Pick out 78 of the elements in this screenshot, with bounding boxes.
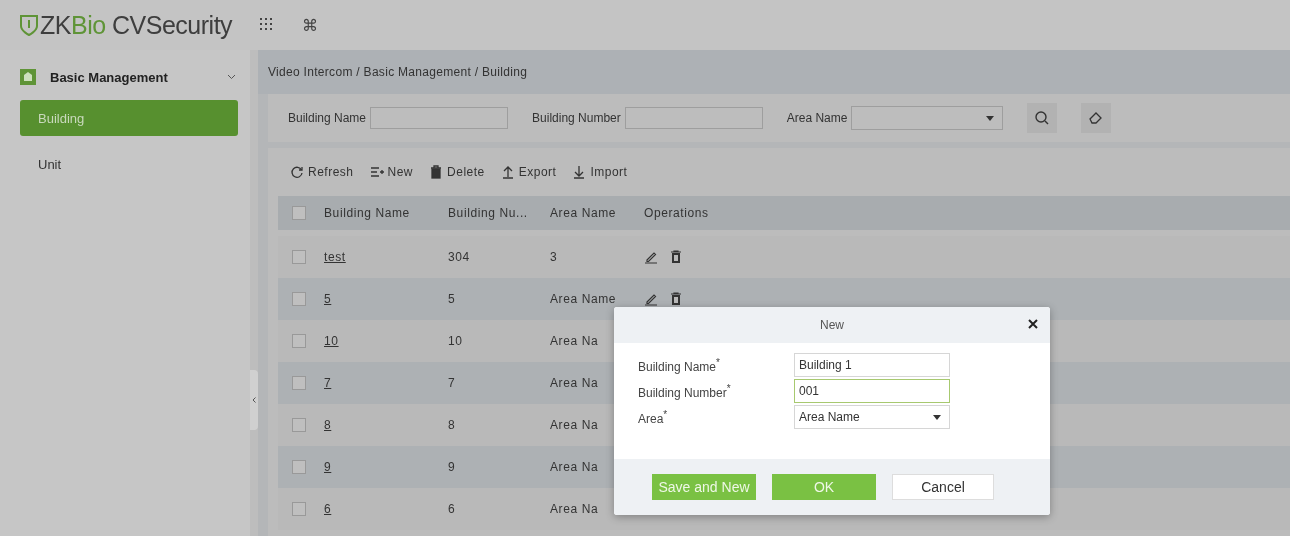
- row-checkbox[interactable]: [292, 460, 306, 474]
- refresh-icon: [290, 165, 304, 179]
- dialog-title: New: [820, 318, 844, 332]
- table-cell-text: Area Na: [550, 460, 600, 474]
- field-label: Building Name$^{*}$: [638, 356, 721, 374]
- trash-icon: [429, 165, 444, 179]
- field-label: Building Number$^{*}$: [638, 382, 732, 400]
- close-button[interactable]: [1028, 319, 1038, 329]
- field-label: Area$^{*}$: [638, 408, 669, 426]
- row-checkbox[interactable]: [292, 376, 306, 390]
- sidebar-group[interactable]: Basic Management: [0, 64, 250, 90]
- table-cell-text: Area Na: [550, 334, 600, 348]
- trash-icon[interactable]: [670, 250, 682, 264]
- table-cell-text: 9: [448, 460, 457, 474]
- chevron-left-icon: [252, 397, 256, 403]
- column-header: Building Nu...: [448, 206, 529, 220]
- filter-label: Building Number: [532, 111, 621, 125]
- building-name-link[interactable]: 7: [324, 376, 332, 390]
- upload-icon: [500, 165, 515, 179]
- toolbar-button[interactable]: Export: [500, 165, 557, 179]
- breadcrumb: Video Intercom / Basic Management / Building: [258, 50, 1290, 94]
- column-header: Area Name: [550, 206, 618, 220]
- download-icon: [572, 165, 587, 179]
- area-select[interactable]: Area Name: [794, 405, 950, 429]
- search-button[interactable]: [1027, 103, 1058, 133]
- row-checkbox[interactable]: [292, 334, 306, 348]
- clear-button[interactable]: [1081, 103, 1112, 133]
- collapse-handle[interactable]: [250, 370, 258, 430]
- table-cell-text: 7: [448, 376, 457, 390]
- table-cell-text: 6: [448, 502, 457, 516]
- column-header: Operations: [644, 206, 710, 220]
- close-icon: [1028, 319, 1038, 329]
- input-field[interactable]: Building 1: [794, 353, 950, 377]
- search-icon: [1035, 111, 1050, 125]
- building-name-link[interactable]: 5: [324, 292, 332, 306]
- table-cell-text: Area Na: [550, 376, 600, 390]
- sidebar-item[interactable]: Unit: [20, 146, 238, 182]
- table-cell-text: 10: [448, 334, 464, 348]
- shield-logo-icon: [20, 14, 38, 36]
- trash-icon[interactable]: [670, 292, 682, 306]
- table-cell-text: 8: [448, 418, 457, 432]
- dropdown-caret-icon: [933, 414, 941, 420]
- edit-icon[interactable]: [644, 292, 658, 306]
- dialog-button[interactable]: Cancel: [892, 474, 994, 500]
- filter-select[interactable]: [851, 106, 1004, 130]
- eraser-icon: [1089, 112, 1104, 124]
- command-icon[interactable]: ⌘: [302, 15, 319, 35]
- filter-field[interactable]: [370, 107, 509, 129]
- add-list-icon: [369, 165, 384, 179]
- select-all-checkbox[interactable]: [292, 206, 306, 220]
- filter-label: Area Name: [786, 111, 848, 125]
- building-name-link[interactable]: 10: [324, 334, 339, 348]
- building-icon: [20, 69, 36, 85]
- toolbar-button[interactable]: New: [369, 165, 414, 179]
- building-name-link[interactable]: 8: [324, 418, 332, 432]
- grid-menu-icon[interactable]: [260, 18, 275, 32]
- app-logo-text: ZKBio CVSecurity: [40, 10, 233, 40]
- row-checkbox[interactable]: [292, 250, 306, 264]
- row-checkbox[interactable]: [292, 292, 306, 306]
- table-cell-text: 304: [448, 250, 471, 264]
- row-checkbox[interactable]: [292, 418, 306, 432]
- row-checkbox[interactable]: [292, 502, 306, 516]
- table-cell-text: Area Name: [550, 292, 618, 306]
- edit-icon[interactable]: [644, 250, 658, 264]
- building-name-link[interactable]: test: [324, 250, 346, 264]
- table-cell-text: Area Na: [550, 502, 600, 516]
- toolbar-button[interactable]: Refresh: [290, 165, 354, 179]
- input-field[interactable]: 001: [794, 379, 950, 403]
- toolbar-button[interactable]: Delete: [429, 165, 485, 179]
- table-cell-text: 3: [550, 250, 559, 264]
- toolbar-button[interactable]: Import: [572, 165, 628, 179]
- table-cell-text: 5: [448, 292, 457, 306]
- building-name-link[interactable]: 6: [324, 502, 332, 516]
- filter-label: Building Name: [288, 111, 367, 125]
- column-header: Building Name: [324, 206, 411, 220]
- filter-field[interactable]: [624, 107, 763, 129]
- building-name-link[interactable]: 9: [324, 460, 332, 474]
- dropdown-caret-icon: [986, 115, 995, 121]
